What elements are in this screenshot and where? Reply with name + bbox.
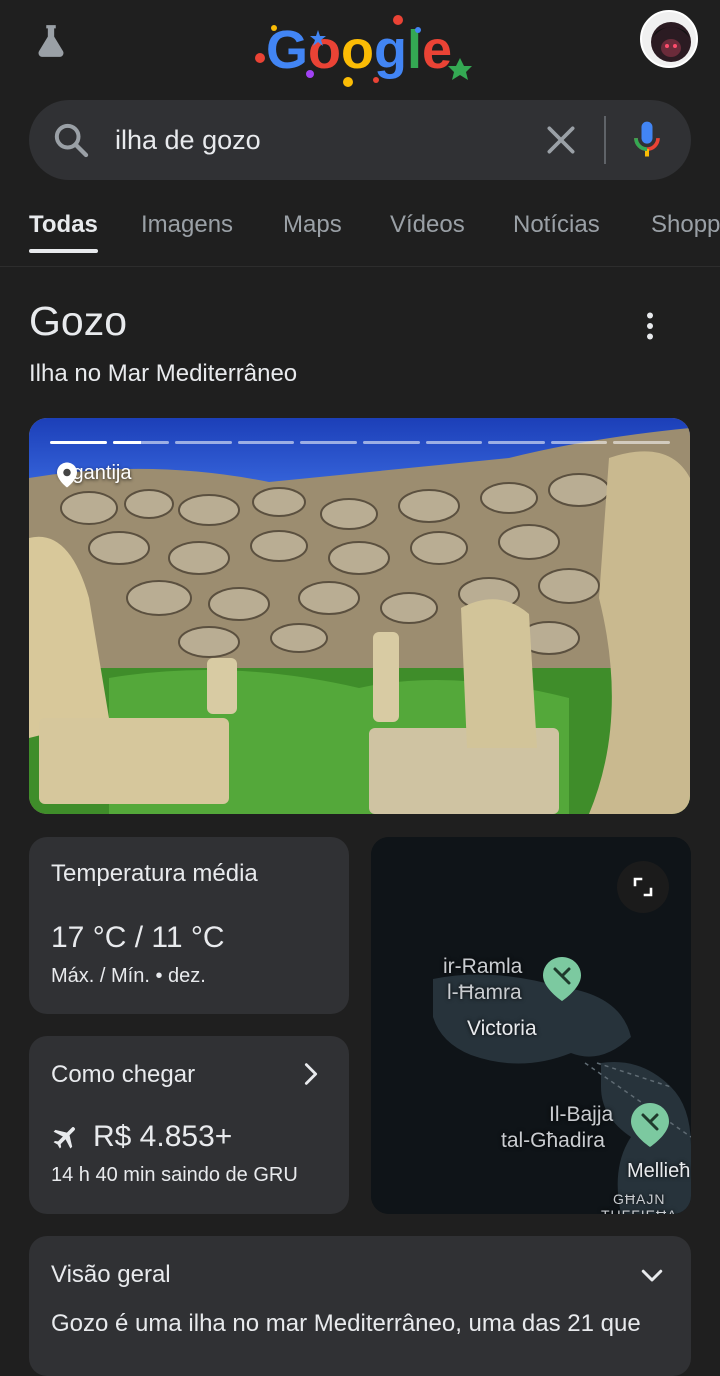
flight-price-value: R$ 4.853+: [93, 1120, 233, 1153]
story-progress-segment: [425, 441, 483, 444]
tab-maps[interactable]: Maps: [283, 210, 342, 240]
more-vert-icon[interactable]: [632, 308, 668, 344]
search-icon: [54, 123, 89, 158]
temperature-meta: Máx. / Mín. • dez.: [51, 965, 206, 987]
temperature-card[interactable]: Temperatura média 17 °C / 11 °C Máx. / M…: [29, 837, 349, 1014]
flight-price: R$ 4.853+: [51, 1120, 232, 1154]
map-label: ir-Ramla: [443, 955, 523, 978]
top-bar: Google: [0, 0, 720, 90]
close-icon[interactable]: [541, 120, 581, 160]
kp-photo-story[interactable]: Ggantija: [29, 418, 690, 814]
story-progress-segment: [362, 441, 420, 444]
map-pin-icon[interactable]: [629, 1101, 671, 1149]
search-bar[interactable]: ilha de gozo: [29, 100, 691, 180]
tab-shopping[interactable]: Shopp: [651, 210, 720, 240]
kp-title: Gozo: [29, 298, 127, 344]
map-label: tal-Għadira: [501, 1129, 605, 1152]
location-pin-icon: [57, 462, 77, 488]
airplane-icon: [53, 1127, 75, 1149]
chevron-down-icon[interactable]: [637, 1260, 667, 1290]
overview-card[interactable]: Visão geral Gozo é uma ilha no mar Medit…: [29, 1236, 691, 1376]
travel-title: Como chegar: [51, 1061, 196, 1088]
tab-imagens[interactable]: Imagens: [141, 210, 233, 240]
search-divider: [604, 116, 606, 164]
mic-icon[interactable]: [625, 118, 669, 162]
active-tab-indicator: [29, 249, 98, 253]
overview-body: Gozo é uma ilha no mar Mediterrâneo, uma…: [51, 1310, 641, 1337]
tab-todas[interactable]: Todas: [29, 210, 98, 240]
map-pin-icon[interactable]: [541, 955, 583, 1003]
map-label: Victoria: [467, 1017, 537, 1040]
story-progress-segment: [50, 441, 107, 444]
story-progress-segment: [300, 441, 357, 444]
story-progress-segment: [112, 441, 170, 444]
story-progress-segment: [550, 441, 608, 444]
map-card[interactable]: ir-Ramla l-Ħamra Victoria Il-Bajja tal-G…: [371, 837, 691, 1214]
header-divider: [0, 266, 720, 267]
expand-icon: [633, 877, 653, 897]
story-progress-segment: [175, 441, 232, 444]
chevron-right-icon: [304, 1063, 318, 1085]
story-progress: [50, 441, 670, 445]
search-input[interactable]: ilha de gozo: [115, 122, 261, 158]
google-doodle-logo[interactable]: Google: [248, 8, 476, 90]
flask-icon[interactable]: [32, 22, 70, 60]
tab-noticias[interactable]: Notícias: [513, 210, 600, 240]
story-progress-segment: [613, 441, 670, 444]
search-tabs: Todas Imagens Maps Vídeos Notícias Shopp: [0, 196, 720, 266]
map-label: Mellieħ: [627, 1160, 691, 1182]
map-label: Il-Bajja: [549, 1103, 614, 1126]
expand-map-button[interactable]: [617, 861, 669, 913]
svg-text:Google: Google: [266, 20, 452, 80]
story-progress-segment: [488, 441, 545, 444]
flight-meta: 14 h 40 min saindo de GRU: [51, 1164, 298, 1186]
map-label: TUFFIEĦA: [601, 1203, 677, 1214]
overview-title: Visão geral: [51, 1261, 171, 1288]
map-label: l-Ħamra: [447, 981, 522, 1004]
temperature-title: Temperatura média: [51, 860, 258, 887]
travel-card[interactable]: Como chegar R$ 4.853+ 14 h 40 min saindo…: [29, 1036, 349, 1214]
kp-subtitle: Ilha no Mar Mediterrâneo: [29, 360, 298, 387]
avatar[interactable]: [640, 10, 698, 68]
temperature-value: 17 °C / 11 °C: [51, 921, 225, 954]
story-progress-segment: [237, 441, 295, 444]
photo-location[interactable]: Ggantija: [57, 462, 132, 488]
tab-videos[interactable]: Vídeos: [390, 210, 465, 240]
